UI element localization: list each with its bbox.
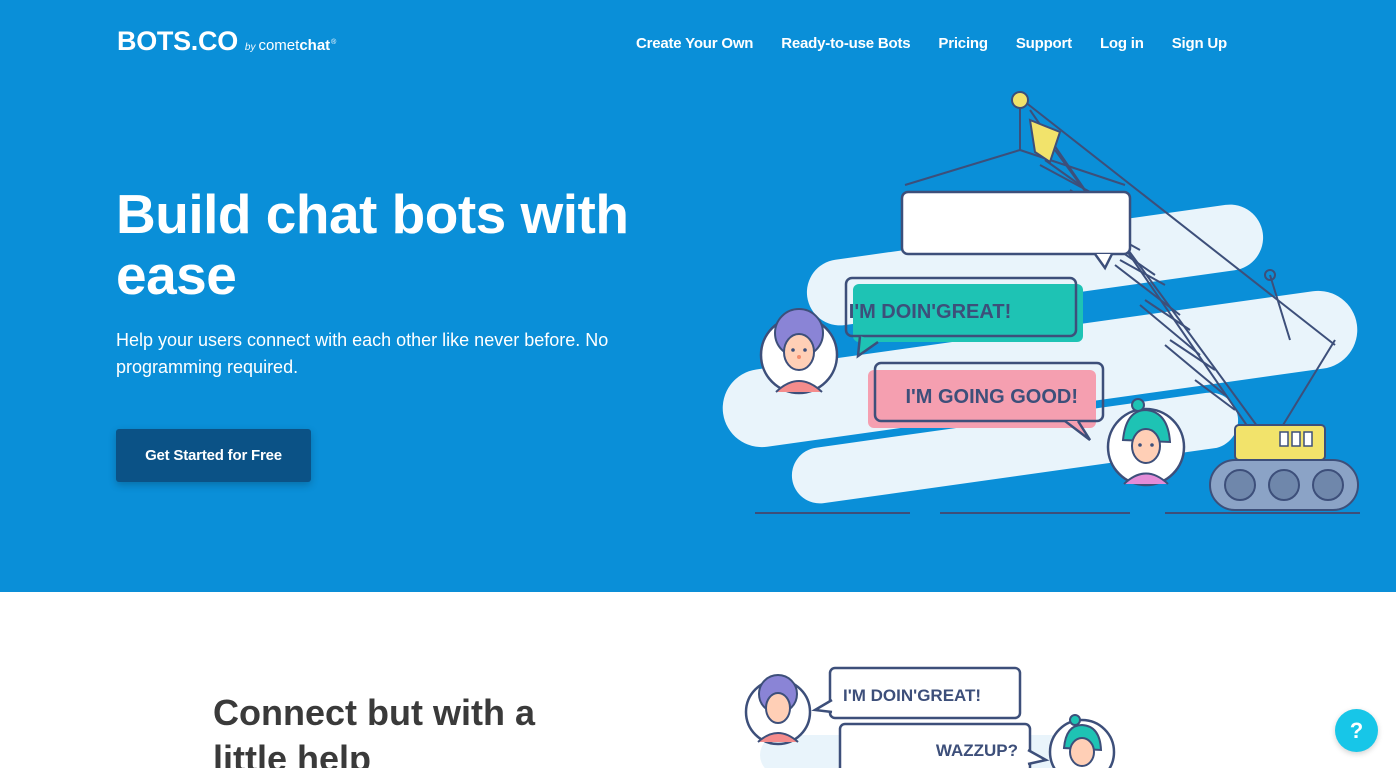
chat-bubble-small-2: WAZZUP? (838, 722, 1050, 768)
bubble-1-text: I'M DOIN'GREAT! (849, 301, 1011, 323)
nav-pricing[interactable]: Pricing (938, 35, 988, 52)
chat-bubble-small-1: I'M DOIN'GREAT! (811, 666, 1022, 720)
nav-create-your-own[interactable]: Create Your Own (636, 35, 754, 52)
avatar-girl-small-icon (1048, 714, 1116, 768)
small-bubble-2-text: WAZZUP? (936, 741, 1018, 760)
get-started-button[interactable]: Get Started for Free (116, 429, 311, 482)
registered-mark: ® (331, 39, 337, 46)
partner-suffix: chat (299, 37, 331, 54)
brand-by: by (244, 42, 256, 53)
chat-crane-illustration: I'M DOIN'GREAT! I'M GOING GOOD! (722, 91, 1360, 514)
help-chat-button[interactable]: ? (1335, 709, 1378, 752)
brand-name: BOTS.CO (117, 26, 238, 56)
nav-ready-to-use-bots[interactable]: Ready-to-use Bots (781, 35, 910, 52)
hero-section: BOTS.CO by cometchat® Create Your Own Re… (0, 0, 1396, 592)
avatar-boy-small-icon (744, 674, 812, 746)
nav-sign-up[interactable]: Sign Up (1172, 35, 1227, 52)
nav-log-in[interactable]: Log in (1100, 35, 1144, 52)
hero-headline: Build chat bots with ease (116, 183, 629, 306)
main-nav: Create Your Own Ready-to-use Bots Pricin… (636, 35, 1227, 52)
bubble-2-text: I'M GOING GOOD! (905, 386, 1078, 408)
pulley-icon (1011, 91, 1029, 109)
partner-prefix: comet (258, 37, 300, 54)
hero-subtext: Help your users connect with each other … (116, 330, 609, 377)
small-bubble-1-text: I'M DOIN'GREAT! (843, 686, 981, 705)
nav-support[interactable]: Support (1016, 35, 1072, 52)
brand-logo[interactable]: BOTS.CO by cometchat® (117, 26, 336, 57)
chat-illustration-small: I'M DOIN'GREAT! WAZZUP? (744, 666, 1116, 768)
section-title: Connect but with a little help (213, 692, 535, 768)
partner-logo: cometchat® (258, 37, 336, 54)
